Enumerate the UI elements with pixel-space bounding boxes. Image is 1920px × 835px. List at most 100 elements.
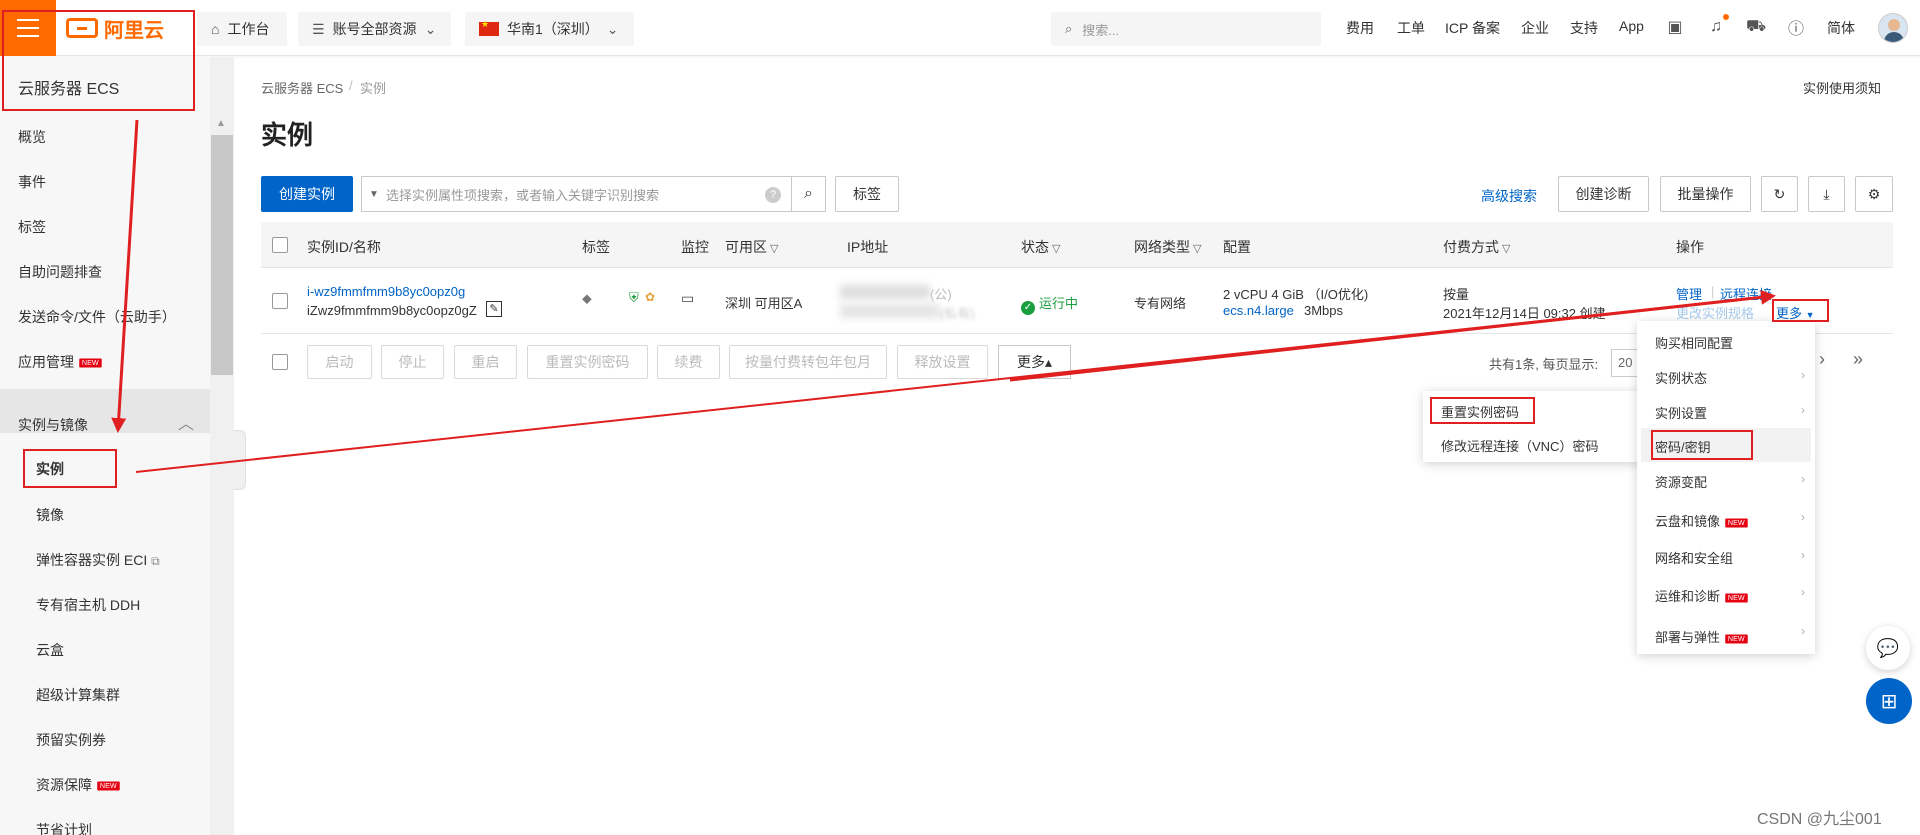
create-instance-button[interactable]: 创建实例 xyxy=(261,176,353,212)
remote-connect-link[interactable]: 远程连接 xyxy=(1720,284,1772,303)
sidebar-item-app-management[interactable]: 应用管理 NEW xyxy=(18,352,103,372)
instance-notice-link[interactable]: 实例使用须知 xyxy=(1803,78,1881,97)
sidebar-scrollbar-thumb[interactable] xyxy=(211,135,233,375)
settings-gear-icon[interactable]: ⚙ xyxy=(1855,176,1893,212)
menu-resource-change[interactable]: 资源变配 xyxy=(1655,472,1707,491)
column-header-monitor: 监控 xyxy=(681,239,709,255)
column-header-billing[interactable]: 付费方式 ▽ xyxy=(1443,237,1510,257)
create-diagnosis-button[interactable]: 创建诊断 xyxy=(1558,176,1649,212)
instance-id-link[interactable]: i-wz9fmmfmm9b8yc0opz0g xyxy=(307,284,465,299)
batch-operations-button[interactable]: 批量操作 xyxy=(1660,176,1751,212)
csdn-watermark: CSDN @九尘001 xyxy=(1757,811,1882,828)
sidebar-group-instances-images[interactable]: 实例与镜像 xyxy=(18,415,88,435)
tag-icon[interactable]: ⬥ xyxy=(582,290,592,307)
reset-password-button[interactable]: 重置实例密码 xyxy=(527,345,648,379)
feedback-chat-icon[interactable]: 💬 xyxy=(1866,626,1910,670)
language-switch[interactable]: 简体 xyxy=(1827,18,1855,38)
sidebar-item-resource-assurance[interactable]: 资源保障 NEW xyxy=(36,775,121,795)
column-header-zone[interactable]: 可用区 ▽ xyxy=(725,237,778,257)
filter-icon[interactable]: ▽ xyxy=(770,243,778,255)
help-icon[interactable]: ⓘ xyxy=(1786,17,1806,38)
sidebar-item-eci[interactable]: 弹性容器实例 ECI ⧉ xyxy=(36,550,160,570)
menu-buy-same-config[interactable]: 购买相同配置 xyxy=(1655,333,1733,352)
security-shield-icon[interactable]: ⛨ xyxy=(629,290,639,306)
sidebar-item-savings-plan[interactable]: 节省计划 xyxy=(36,820,92,835)
menu-disk-and-image[interactable]: 云盘和镜像 NEW xyxy=(1655,511,1749,530)
sidebar-item-super-computing[interactable]: 超级计算集群 xyxy=(36,685,120,705)
refresh-icon[interactable]: ↻ xyxy=(1761,176,1798,212)
restart-button[interactable]: 重启 xyxy=(454,345,517,379)
tag-button[interactable]: 标签 xyxy=(835,176,899,212)
stop-button[interactable]: 停止 xyxy=(381,345,444,379)
bell-icon[interactable]: ♫ xyxy=(1706,17,1726,37)
filter-icon[interactable]: ▽ xyxy=(1052,243,1060,255)
change-spec-link[interactable]: 更改实例规格 xyxy=(1676,303,1754,322)
sidebar-item-tags[interactable]: 标签 xyxy=(18,217,46,237)
chevron-right-icon: › xyxy=(1801,548,1805,562)
sidebar-item-ddh[interactable]: 专有宿主机 DDH xyxy=(36,595,140,615)
terminal-icon[interactable]: ▣ xyxy=(1665,17,1685,37)
breadcrumb-ecs[interactable]: 云服务器 ECS xyxy=(261,78,343,97)
sidebar-item-cloud-box[interactable]: 云盒 xyxy=(36,640,64,660)
public-ip-suffix: (公) xyxy=(930,287,952,302)
bottom-select-all-checkbox[interactable] xyxy=(272,354,288,370)
convert-to-subscription-button[interactable]: 按量付费转包年包月 xyxy=(729,345,887,379)
sidebar-item-events[interactable]: 事件 xyxy=(18,172,46,192)
chevron-up-icon[interactable]: ︿ xyxy=(178,410,194,434)
menu-deploy-elastic[interactable]: 部署与弹性 NEW xyxy=(1655,627,1749,646)
sidebar-item-reserved-instances[interactable]: 预留实例券 xyxy=(36,730,106,750)
app-grid-icon[interactable]: ⊞ xyxy=(1866,678,1912,724)
caret-down-icon[interactable]: ▼ xyxy=(362,189,386,200)
edit-pencil-icon[interactable]: ✎ xyxy=(486,301,502,317)
manage-link[interactable]: 管理 xyxy=(1676,284,1702,303)
menu-instance-status[interactable]: 实例状态 xyxy=(1655,368,1707,387)
nav-enterprise[interactable]: 企业 xyxy=(1521,18,1549,38)
submenu-modify-vnc-password[interactable]: 修改远程连接（VNC）密码 xyxy=(1441,436,1598,455)
region-selector[interactable]: 华南1（深圳） ⌄ xyxy=(465,12,634,46)
instance-type-link[interactable]: ecs.n4.large xyxy=(1223,303,1294,318)
column-header-status[interactable]: 状态 ▽ xyxy=(1021,237,1060,257)
download-icon[interactable]: ⤓ xyxy=(1808,176,1845,212)
bottom-more-button[interactable]: 更多▴ xyxy=(998,345,1071,379)
instance-filter-input[interactable]: ▼ 选择实例属性项搜索，或者输入关键字识别搜索 ? xyxy=(361,176,792,212)
filter-icon[interactable]: ▽ xyxy=(1193,243,1201,255)
scroll-up-arrow-icon[interactable]: ▲ xyxy=(216,118,226,129)
menu-instance-settings[interactable]: 实例设置 xyxy=(1655,403,1707,422)
advanced-search-link[interactable]: 高级搜索 xyxy=(1481,186,1537,206)
search-button[interactable]: ⌕ xyxy=(791,176,826,212)
page-size-select[interactable]: 20 xyxy=(1611,349,1637,377)
nav-tickets[interactable]: 工单 xyxy=(1397,18,1425,38)
release-settings-button[interactable]: 释放设置 xyxy=(897,345,988,379)
select-all-checkbox[interactable] xyxy=(272,237,288,253)
sidebar-item-troubleshoot[interactable]: 自助问题排查 xyxy=(18,262,102,282)
public-ip[interactable]: (公) xyxy=(840,284,952,303)
account-resources-dropdown[interactable]: ☰ 账号全部资源 ⌄ xyxy=(298,12,451,46)
cart-icon[interactable]: ⛟ xyxy=(1746,17,1766,37)
nav-app[interactable]: App xyxy=(1619,18,1644,34)
nav-icp[interactable]: ICP 备案 xyxy=(1445,18,1500,38)
menu-ops-diagnosis[interactable]: 运维和诊断 NEW xyxy=(1655,586,1749,605)
private-ip[interactable]: (私有) xyxy=(840,303,975,322)
next-page-button[interactable]: › xyxy=(1819,349,1825,370)
monitor-icon[interactable]: ▭ xyxy=(681,290,694,307)
menu-network-security[interactable]: 网络和安全组 xyxy=(1655,548,1733,567)
user-avatar[interactable] xyxy=(1878,13,1908,43)
workbench-button[interactable]: ⌂ 工作台 xyxy=(197,12,287,46)
last-page-button[interactable]: » xyxy=(1853,349,1863,370)
sidebar-item-overview[interactable]: 概览 xyxy=(18,127,46,147)
nav-support[interactable]: 支持 xyxy=(1570,18,1598,38)
cloud-assistant-icon[interactable]: ✿ xyxy=(645,290,655,304)
renew-button[interactable]: 续费 xyxy=(657,345,720,379)
filter-icon[interactable]: ▽ xyxy=(1502,243,1510,255)
row-checkbox[interactable] xyxy=(272,293,288,309)
chevron-right-icon: › xyxy=(1801,472,1805,486)
sidebar-collapse-handle[interactable] xyxy=(234,430,246,490)
sidebar-item-images[interactable]: 镜像 xyxy=(36,505,64,525)
sidebar-item-send-command[interactable]: 发送命令/文件（云助手） xyxy=(18,307,176,327)
column-header-network[interactable]: 网络类型 ▽ xyxy=(1134,237,1201,257)
global-search-input[interactable]: ⌕ 搜索... xyxy=(1051,12,1321,46)
start-button[interactable]: 启动 xyxy=(307,345,372,379)
nav-fees[interactable]: 费用 xyxy=(1346,18,1374,38)
column-header-actions: 操作 xyxy=(1676,239,1704,255)
help-icon[interactable]: ? xyxy=(765,187,781,203)
